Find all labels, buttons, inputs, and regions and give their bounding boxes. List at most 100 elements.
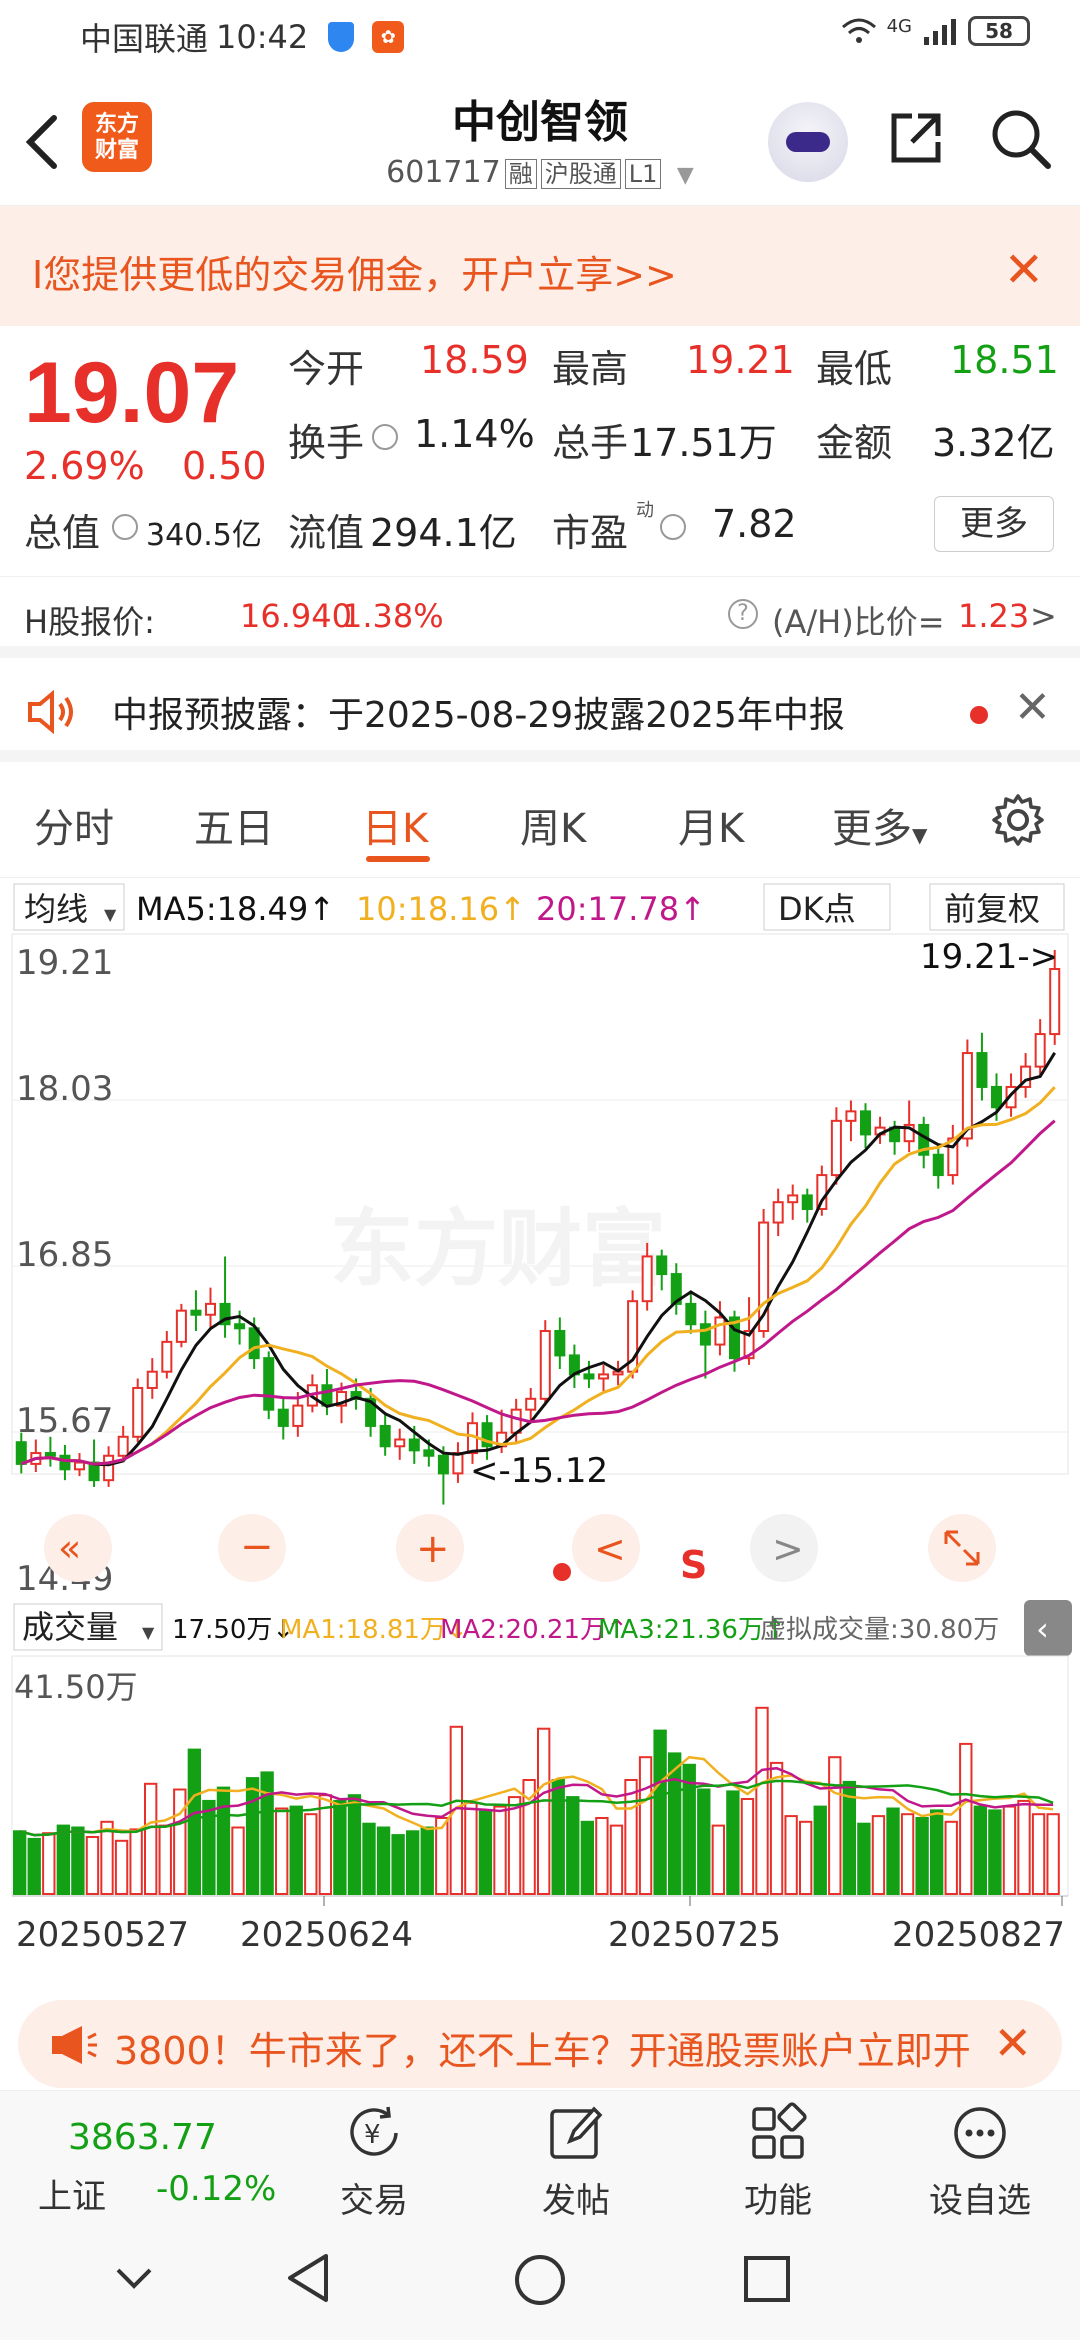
volume-bar-down: [726, 1790, 740, 1896]
low-label: 最低: [816, 347, 893, 391]
kline-chart[interactable]: 均线 ▼ MA5:18.49↑ 10:18.16↑ 20:17.78↑ DK点 …: [0, 878, 1080, 1984]
high-value: 19.21: [686, 338, 795, 382]
volume-bar-down: [202, 1799, 216, 1896]
search-icon[interactable]: [988, 106, 1052, 170]
volume-bar-down: [813, 1805, 827, 1895]
close-icon[interactable]: ✕: [993, 2016, 1032, 2070]
date-label: 20250725: [608, 1915, 781, 1955]
volume-bar-down: [289, 1805, 303, 1895]
sell-signal[interactable]: S: [680, 1543, 707, 1587]
volume-bar-down: [973, 1805, 988, 1895]
speaker-icon: [28, 689, 73, 735]
volume-bar-up: [900, 1813, 915, 1896]
volume-bar-down: [580, 1820, 595, 1895]
h-share-row[interactable]: H股报价: 16.940 1.38% ? (A/H)比价= 1.23 >: [0, 576, 1080, 658]
volume-bar-up: [100, 1820, 114, 1895]
volume-bar-up: [871, 1815, 886, 1895]
tab-trade[interactable]: ¥ 交易: [314, 2101, 434, 2222]
open-label: 今开: [288, 347, 365, 391]
period-tabs: 分时 五日 日K 周K 月K 更多▼: [0, 774, 1080, 878]
ma20-value: 20:17.78↑: [536, 890, 706, 928]
candle-down: [248, 1327, 260, 1360]
megaphone-icon: [52, 2026, 97, 2064]
ah-ratio-value: 1.23: [958, 597, 1030, 635]
unread-dot: [970, 706, 988, 724]
tab-post[interactable]: 发帖: [516, 2101, 636, 2222]
volume-bar-down: [842, 1780, 857, 1896]
date-label: 20250827: [892, 1915, 1065, 1955]
promo-text[interactable]: I您提供更低的交易佣金，开户立享>>: [32, 244, 677, 299]
volume-bar-down: [347, 1794, 362, 1896]
volume-bar-up: [318, 1794, 333, 1896]
notice-bar[interactable]: 中报预披露：于2025-08-29披露2025年中报 ✕: [0, 662, 1080, 762]
float-cap-label: 流值: [288, 511, 365, 555]
volume-bar-down: [566, 1796, 580, 1895]
gear-icon[interactable]: [990, 792, 1046, 848]
account-promo-bar[interactable]: 3800！牛市来了，还不上车？开通股票账户立即开 ✕: [18, 2000, 1062, 2088]
volume-bar-down: [260, 1771, 274, 1896]
candle-down: [379, 1424, 391, 1448]
close-icon[interactable]: ✕: [1014, 682, 1051, 733]
help-icon[interactable]: ?: [728, 599, 758, 629]
dk-point-label: DK点: [778, 890, 856, 928]
volume-bar-up: [799, 1820, 813, 1895]
candle-down: [437, 1454, 449, 1475]
nav-recents-icon[interactable]: [742, 2254, 792, 2304]
candle-down: [234, 1323, 246, 1330]
info-icon[interactable]: [660, 514, 686, 540]
tab-more[interactable]: 更多▼: [832, 796, 927, 854]
info-icon[interactable]: [372, 424, 398, 450]
account-promo-text[interactable]: 3800！牛市来了，还不上车？开通股票账户立即开: [114, 2020, 974, 2075]
tab-monthly-k[interactable]: 月K: [678, 796, 744, 854]
candle-up: [117, 1435, 129, 1457]
volume-bar-down: [376, 1826, 391, 1895]
volume-bar-up: [464, 1801, 478, 1895]
notice-text[interactable]: 中报预披露：于2025-08-29披露2025年中报: [112, 686, 845, 738]
share-icon[interactable]: [886, 108, 946, 168]
adjust-label: 前复权: [944, 890, 1040, 928]
candle-up: [787, 1194, 799, 1204]
candle-down: [990, 1085, 1003, 1109]
virtual-volume: 虚拟成交量:30.80万: [760, 1615, 999, 1645]
info-icon[interactable]: [112, 514, 138, 540]
volume-bar-up: [231, 1826, 245, 1895]
volume-bar-up: [944, 1820, 958, 1895]
nav-back-icon[interactable]: [282, 2250, 334, 2306]
volume-bar-down: [362, 1822, 376, 1896]
tab-post-label: 发帖: [542, 2181, 610, 2221]
more-button[interactable]: 更多: [934, 496, 1054, 552]
candle-up: [204, 1302, 217, 1316]
volume-bar-down: [71, 1826, 85, 1895]
fullscreen-button[interactable]: [928, 1514, 996, 1582]
volume-bar-up: [1017, 1799, 1031, 1896]
ma-legend-bar: 均线 ▼ MA5:18.49↑ 10:18.16↑ 20:17.78↑ DK点 …: [13, 883, 1065, 931]
tab-five-day[interactable]: 五日: [194, 796, 274, 854]
volume-bar-up: [493, 1805, 507, 1895]
candle-up: [161, 1340, 173, 1373]
candle-down: [699, 1323, 711, 1346]
volume-bar-down: [857, 1822, 871, 1896]
tab-watchlist[interactable]: 设自选: [920, 2101, 1040, 2222]
tab-intraday[interactable]: 分时: [34, 796, 114, 854]
candle-up: [292, 1404, 304, 1427]
volume-bar-down: [420, 1826, 434, 1895]
candle-up: [1034, 1033, 1046, 1068]
close-icon[interactable]: ✕: [1004, 242, 1044, 298]
volume-bar-down: [697, 1788, 711, 1895]
chevron-left-icon: ‹: [1036, 1610, 1049, 1648]
nav-home-icon[interactable]: [512, 2252, 568, 2308]
ma10-value: 10:18.16↑: [356, 890, 526, 928]
tab-features[interactable]: 功能: [718, 2101, 838, 2222]
chevron-down-icon[interactable]: [114, 2264, 154, 2294]
promo-banner[interactable]: I您提供更低的交易佣金，开户立享>> ✕: [0, 206, 1080, 326]
volume-legend-bar: 成交量 ▼ 17.50万↓ MA1:18.81万↓ MA2:20.21万↑ MA…: [13, 1600, 1072, 1656]
volume-bar-down: [391, 1834, 405, 1895]
assistant-avatar[interactable]: [768, 102, 848, 182]
pe-value: 7.82: [712, 502, 797, 546]
tab-daily-k[interactable]: 日K: [362, 796, 428, 854]
candle-down: [190, 1309, 202, 1316]
tab-weekly-k[interactable]: 周K: [520, 796, 586, 854]
candle-up: [772, 1201, 784, 1224]
vol-current: 17.50万↓: [172, 1615, 294, 1645]
chevron-right-icon: >: [772, 1527, 804, 1571]
